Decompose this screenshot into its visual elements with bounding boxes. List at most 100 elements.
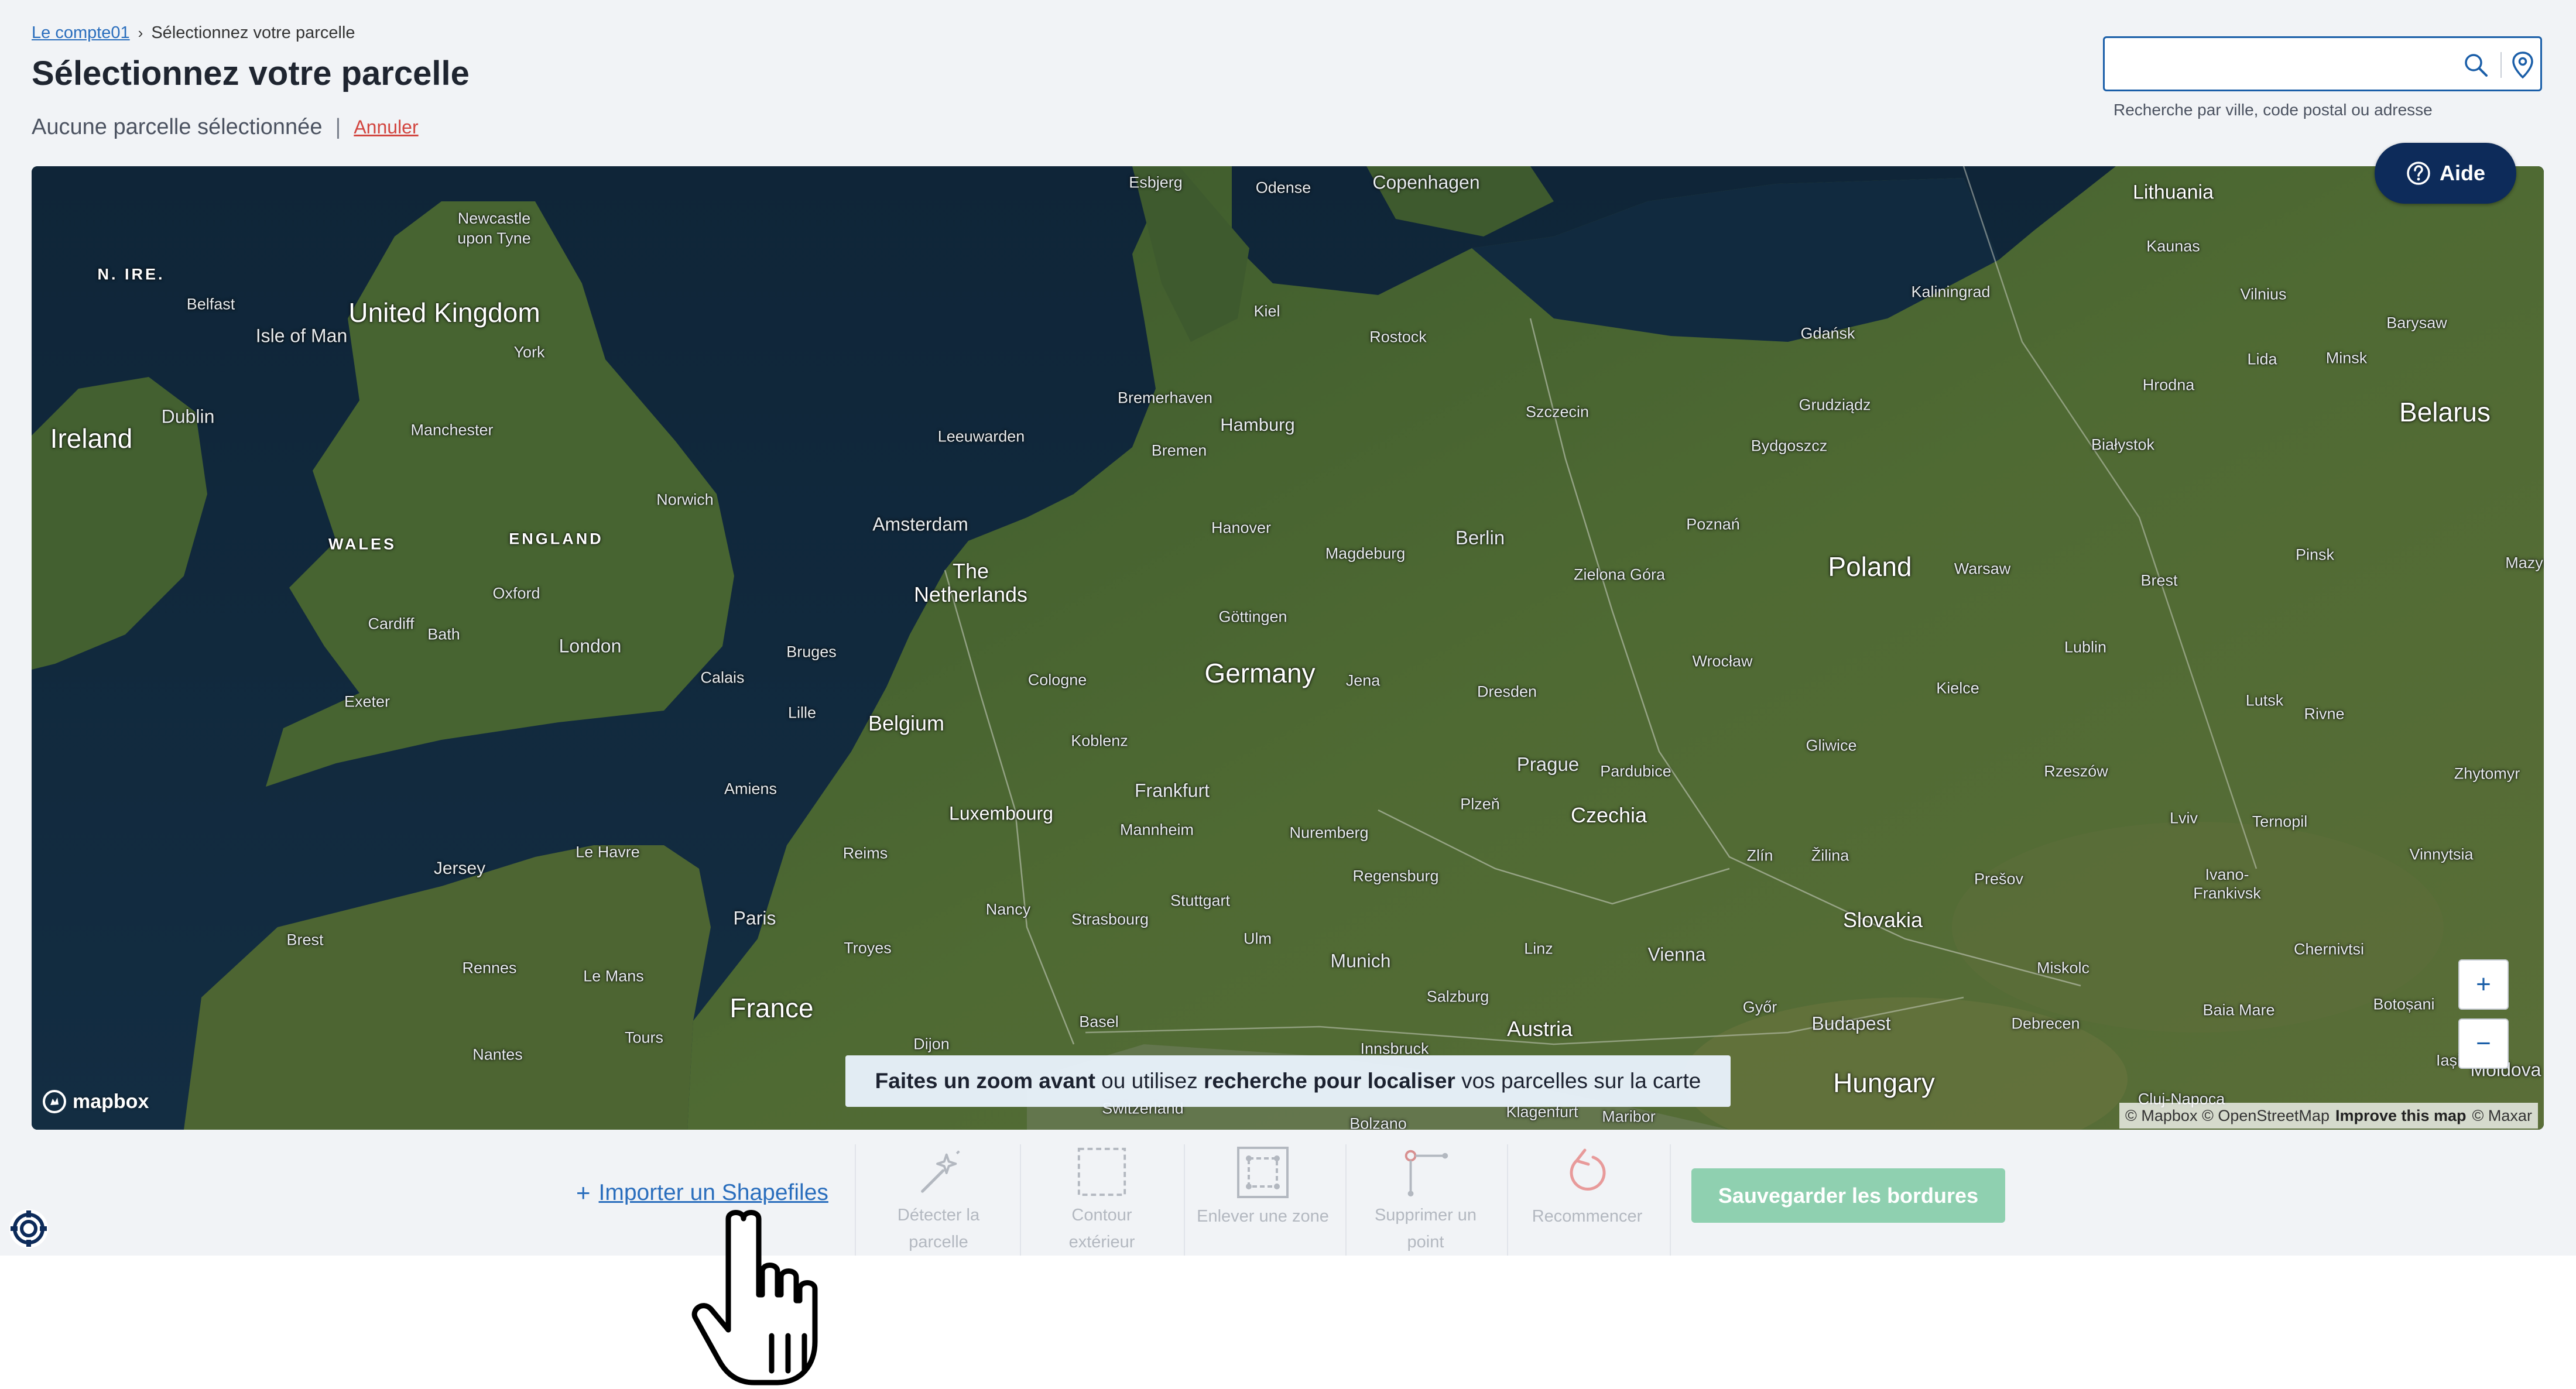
detect-parcel-tool[interactable]: Détecter la parcelle	[859, 1144, 1018, 1256]
zoom-out-button[interactable]: −	[2458, 1018, 2509, 1069]
map-label-country: The Netherlands	[913, 559, 1028, 606]
location-pin-icon[interactable]	[2511, 51, 2534, 79]
map-label-city: Prague	[1516, 753, 1580, 775]
map-label-city: Frankfurt	[1134, 780, 1210, 801]
improve-map-link[interactable]: Improve this map	[2335, 1107, 2467, 1125]
map-label-city: Le Mans	[583, 967, 644, 985]
delete-point-tool[interactable]: Supprimer un point	[1347, 1144, 1505, 1256]
delete-point-label-2: point	[1407, 1233, 1444, 1251]
map-label-city: Gliwice	[1806, 736, 1857, 754]
map-label-city: Győr	[1742, 998, 1777, 1016]
breadcrumb-link-account[interactable]: Le compte01	[32, 23, 130, 43]
dashed-rectangle-icon	[1077, 1147, 1126, 1196]
zoom-in-button[interactable]: +	[2458, 959, 2509, 1010]
outer-contour-tool[interactable]: Contour extérieur	[1023, 1144, 1181, 1256]
map-label-country: Ireland	[50, 423, 133, 454]
delete-point-label-1: Supprimer un	[1374, 1206, 1477, 1225]
restart-label: Recommencer	[1532, 1207, 1643, 1226]
map-label-country: Hungary	[1833, 1068, 1935, 1098]
map-label-city: Reims	[842, 844, 888, 862]
map-label-city: Vinnytsia	[2409, 845, 2474, 863]
search-icon[interactable]	[2463, 52, 2489, 78]
map-label-city: Linz	[1524, 939, 1553, 958]
restart-tool[interactable]: Recommencer	[1508, 1144, 1666, 1256]
attribution-maxar: © Maxar	[2472, 1106, 2532, 1124]
map-label-city: Kiel	[1253, 302, 1280, 320]
map-label-city: Hrodna	[2142, 376, 2195, 394]
map-label-city: Baia Mare	[2202, 1001, 2275, 1019]
hint-text: ou utilisez	[1095, 1069, 1204, 1093]
remove-area-tool[interactable]: Enlever une zone	[1184, 1144, 1342, 1256]
map-label-city: Amiens	[724, 780, 777, 798]
map-label-city: Nancy	[985, 900, 1031, 918]
detect-parcel-label-1: Détecter la	[897, 1206, 980, 1225]
map-label-city: Leeuwarden	[937, 427, 1025, 445]
map-label-city: Budapest	[1811, 1013, 1891, 1034]
map-label-city: Lida	[2247, 350, 2277, 368]
detect-parcel-label-2: parcelle	[909, 1233, 968, 1251]
map-label-city: Dresden	[1477, 683, 1537, 701]
map-label-region: N. IRE.	[97, 265, 165, 283]
map-label-city: Salzburg	[1426, 987, 1489, 1006]
map-label-city: Vilnius	[2240, 285, 2287, 303]
breadcrumb-current: Sélectionnez votre parcelle	[151, 23, 355, 42]
map-label-city: Kaliningrad	[1911, 283, 1991, 301]
help-button[interactable]: Aide	[2375, 143, 2516, 204]
hint-text-end: vos parcelles sur la carte	[1455, 1069, 1701, 1093]
map-label-city: Dijon	[913, 1035, 950, 1053]
map-label-city: Ivano-Frankivsk	[2193, 866, 2261, 902]
map-view[interactable]: United Kingdom Ireland The Netherlands B…	[32, 166, 2544, 1130]
map-label-city: Lublin	[2064, 638, 2107, 656]
map-label-city: London	[559, 635, 622, 657]
help-button-label: Aide	[2439, 161, 2485, 185]
map-label-city: Warsaw	[1954, 560, 2011, 578]
map-label-city: Debrecen	[2011, 1014, 2080, 1033]
map-label-city: Vienna	[1647, 944, 1706, 965]
map-label-city: Kaunas	[2146, 237, 2200, 255]
map-label-city: Rivne	[2304, 705, 2345, 723]
map-label-city: Exeter	[344, 692, 390, 711]
map-label-city: Bruges	[786, 643, 837, 661]
map-label-region: ENGLAND	[509, 530, 604, 548]
map-label-city: Chernivtsi	[2293, 940, 2365, 958]
map-label-city: Bath	[427, 625, 460, 643]
mapbox-logo[interactable]: mapbox	[42, 1089, 149, 1114]
map-label-city: Troyes	[844, 939, 892, 957]
map-label-city: Gdańsk	[1800, 324, 1855, 342]
save-borders-button[interactable]: Sauvegarder les bordures	[1691, 1168, 2005, 1223]
map-label-city: Brest	[2140, 571, 2178, 589]
map-label-city: Dublin	[161, 406, 215, 427]
map-label-city: Cardiff	[368, 615, 415, 633]
map-label-city: Minsk	[2325, 349, 2368, 367]
map-label-city: Calais	[700, 668, 745, 687]
cancel-link[interactable]: Annuler	[354, 116, 418, 138]
map-label-city: Ulm	[1244, 930, 1272, 948]
mapbox-logo-icon	[43, 1090, 66, 1113]
magic-wand-icon	[921, 1150, 960, 1193]
outer-contour-label-2: extérieur	[1068, 1233, 1135, 1251]
map-label-city: Grudziądz	[1799, 396, 1871, 414]
map-label-country: Poland	[1828, 551, 1912, 582]
map-label-city: Belfast	[186, 295, 235, 313]
map-label-country: Germany	[1204, 658, 1316, 688]
breadcrumb-separator: ›	[138, 24, 143, 42]
accessibility-icon[interactable]	[8, 1208, 49, 1249]
map-label-city: Zhytomyr	[2454, 764, 2520, 783]
map-label-city: Pinsk	[2295, 546, 2335, 564]
map-label-city: Esbjerg	[1129, 173, 1183, 191]
map-label-city: Tours	[624, 1028, 664, 1047]
remove-area-icon	[1237, 1147, 1289, 1198]
map-label-region: WALES	[328, 535, 397, 553]
map-label-city: Hanover	[1211, 519, 1272, 537]
map-label-city: Plzeň	[1460, 795, 1500, 813]
map-label-city: Bremerhaven	[1117, 389, 1213, 407]
map-label-city: Isle of Man	[255, 325, 348, 347]
map-label-city: Bremen	[1151, 441, 1207, 459]
map-label-city: Stuttgart	[1170, 891, 1231, 910]
map-label-city: Bolzano	[1349, 1114, 1407, 1130]
search-input[interactable]	[2116, 49, 2458, 81]
map-label-city: Koblenz	[1071, 732, 1128, 750]
mapbox-logo-label: mapbox	[73, 1090, 149, 1113]
search-hint: Recherche par ville, code postal ou adre…	[2113, 101, 2433, 119]
restart-icon	[1570, 1148, 1606, 1191]
